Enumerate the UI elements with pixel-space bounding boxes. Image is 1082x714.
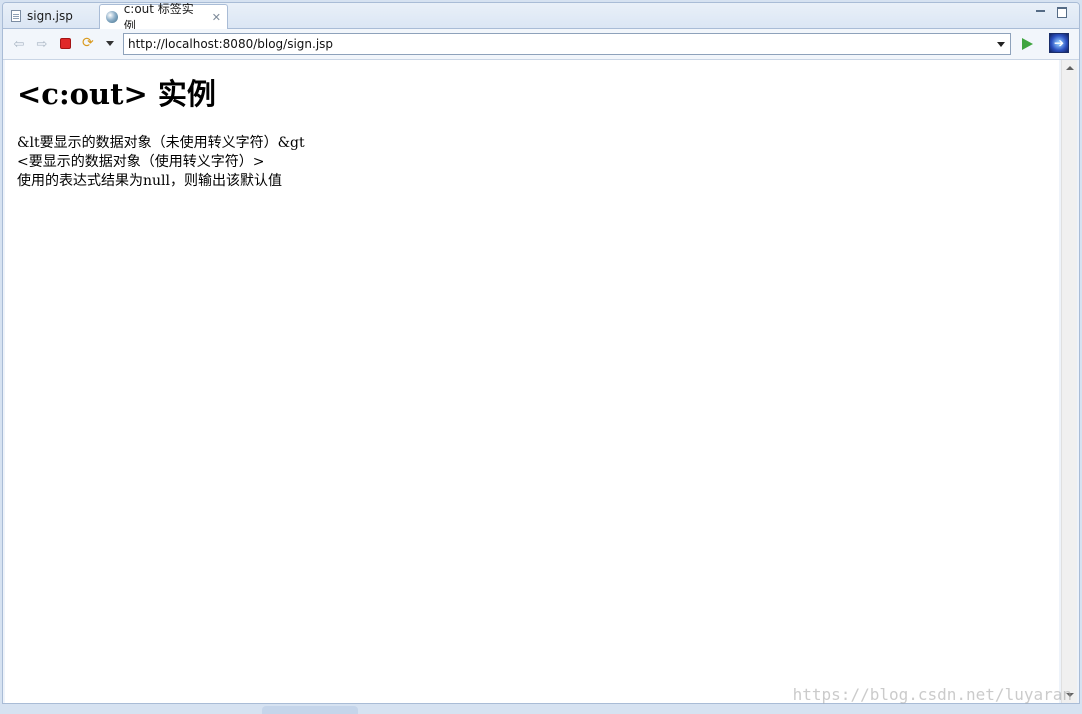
maximize-icon[interactable] — [1057, 7, 1067, 18]
page-title: <c:out> 实例 — [17, 77, 216, 111]
output-line-unescaped: &lt要显示的数据对象（未使用转义字符）&gt — [17, 135, 305, 151]
globe-icon — [106, 11, 118, 23]
forward-arrow-icon[interactable]: ⇨ — [34, 36, 50, 52]
browser-window: sign.jsp c:out 标签实例 ✕ ⇦ ⇨ ⟳ ➔ <c:out> 实例… — [2, 2, 1080, 704]
scroll-up-icon[interactable] — [1066, 66, 1074, 70]
tab-bar: sign.jsp c:out 标签实例 ✕ — [3, 3, 1079, 33]
bottom-panel-strip — [0, 704, 1082, 714]
tab-label: sign.jsp — [27, 9, 73, 23]
chevron-down-icon[interactable] — [106, 41, 114, 46]
url-input[interactable] — [128, 37, 988, 51]
browser-toolbar: ⇦ ⇨ ⟳ ➔ — [3, 29, 1079, 60]
file-icon — [11, 10, 21, 22]
url-history-dropdown-icon[interactable] — [997, 42, 1005, 47]
watermark: https://blog.csdn.net/luyaran — [792, 685, 1072, 704]
page-viewport: <c:out> 实例 &lt要显示的数据对象（未使用转义字符）&gt <要显示的… — [5, 60, 1059, 703]
address-bar[interactable] — [123, 33, 1011, 55]
tab-cout-example[interactable]: c:out 标签实例 ✕ — [99, 3, 228, 33]
tab-sign-jsp[interactable]: sign.jsp — [5, 4, 99, 28]
close-icon[interactable]: ✕ — [212, 11, 221, 24]
back-arrow-icon[interactable]: ⇦ — [11, 36, 27, 52]
bottom-panel-tab[interactable] — [262, 706, 358, 714]
vertical-scrollbar[interactable] — [1061, 60, 1077, 703]
output-lines: &lt要显示的数据对象（未使用转义字符）&gt <要显示的数据对象（使用转义字符… — [17, 134, 305, 191]
external-browser-icon[interactable]: ➔ — [1049, 33, 1069, 53]
minimize-icon[interactable] — [1036, 7, 1045, 16]
refresh-icon[interactable]: ⟳ — [82, 35, 94, 51]
output-line-escaped: <要显示的数据对象（使用转义字符）> — [17, 154, 265, 170]
output-line-default: 使用的表达式结果为null，则输出该默认值 — [17, 173, 282, 189]
window-controls — [1036, 7, 1067, 18]
stop-icon[interactable] — [60, 38, 71, 49]
go-play-icon[interactable] — [1022, 38, 1033, 50]
